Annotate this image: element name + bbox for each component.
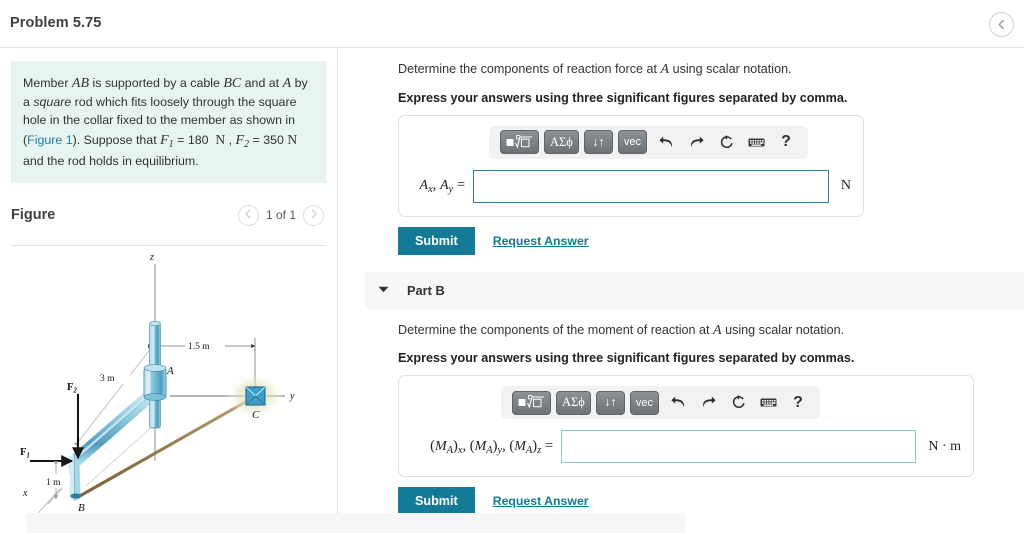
part-b-answer-box: ΑΣϕ ↓↑ vec ? (MA)x, (MA)y, (MA)z = N · m (398, 375, 974, 478)
force-label-f1: F1 (20, 447, 30, 460)
left-panel: Member AB is supported by a cable BC and… (0, 48, 338, 533)
chevron-right-icon (310, 209, 318, 221)
axis-label-x: x (22, 488, 28, 499)
part-a-instruction: Express your answers using three signifi… (398, 90, 848, 105)
part-a-request-answer-link[interactable]: Request Answer (493, 234, 589, 248)
part-b-instruction: Express your answers using three signifi… (398, 351, 855, 366)
caret-down-icon[interactable] (378, 285, 389, 296)
greek-symbols-button[interactable]: ΑΣϕ (556, 390, 591, 415)
point-label-b: B (78, 502, 85, 514)
undo-icon[interactable] (655, 131, 677, 153)
vector-button[interactable]: vec (629, 390, 660, 415)
arrows-button[interactable]: ↓↑ (583, 130, 613, 155)
help-icon[interactable]: ? (775, 131, 797, 153)
figure-prev-button[interactable] (237, 204, 259, 226)
figure-1-link[interactable]: Figure 1 (27, 133, 72, 147)
part-a-units: N (840, 178, 851, 194)
reset-icon[interactable] (715, 131, 737, 153)
arrows-button[interactable]: ↓↑ (595, 390, 625, 415)
keyboard-icon[interactable] (745, 131, 767, 153)
template-math-button[interactable] (500, 130, 539, 155)
part-b-math-toolbar: ΑΣϕ ↓↑ vec ? (501, 386, 821, 420)
part-b-units: N · m (928, 438, 961, 454)
template-math-button[interactable] (512, 390, 551, 415)
part-b-question-var: A (713, 322, 722, 338)
dimension-label-3m: 3 m (100, 374, 115, 384)
figure-next-button[interactable] (303, 204, 324, 226)
part-b-question: Determine the components of the moment o… (398, 321, 1024, 341)
figure-nav: 1 of 1 (237, 204, 324, 226)
problem-statement-box: Member AB is supported by a cable BC and… (11, 61, 326, 183)
next-part-header-strip[interactable] (26, 513, 685, 533)
greek-symbols-button[interactable]: ΑΣϕ (544, 130, 579, 155)
chevron-left-icon (244, 209, 252, 221)
dimension-label-1-5m: 1.5 m (188, 342, 210, 352)
point-label-a: A (166, 365, 174, 377)
figure-title: Figure (11, 206, 56, 223)
part-a-answer-label: Ax, Ay = (419, 177, 465, 196)
f1-value: 180 (187, 133, 209, 148)
member-leg (68, 454, 81, 501)
part-b-answer-input[interactable] (561, 430, 917, 464)
top-header-bar: Problem 5.75 (0, 0, 1024, 48)
part-a-answer-input[interactable] (473, 169, 829, 203)
redo-icon[interactable] (685, 131, 707, 153)
part-b-question-post: using scalar notation. (721, 322, 845, 337)
chevron-left-icon (997, 19, 1006, 30)
f2-value: 350 (263, 133, 284, 148)
part-a-actions: Submit Request Answer (398, 226, 1024, 255)
part-b-question-pre: Determine the components of the moment o… (398, 322, 714, 337)
part-a-question-post: using scalar notation. (669, 62, 792, 76)
help-icon[interactable]: ? (787, 392, 809, 414)
page-title: Problem 5.75 (10, 15, 102, 31)
dimension-label-1m: 1 m (46, 478, 61, 488)
part-a-question: Determine the components of reaction for… (398, 60, 1024, 80)
problem-statement-text: Member AB is supported by a cable BC and… (23, 76, 308, 168)
point-label-c: C (252, 409, 260, 421)
part-a-math-toolbar: ΑΣϕ ↓↑ vec ? (489, 125, 809, 159)
part-b-submit-button[interactable]: Submit (398, 487, 475, 516)
part-a-submit-button[interactable]: Submit (398, 226, 475, 255)
part-a-answer-box: ΑΣϕ ↓↑ vec ? Ax, Ay = N (398, 114, 864, 217)
vector-button[interactable]: vec (617, 130, 648, 155)
axis-label-z: z (149, 252, 154, 263)
force-label-f2: F2 (67, 382, 77, 395)
right-panel: Determine the components of reaction for… (339, 48, 1024, 533)
figure-image: z y x 1.5 m 3 m A C F2 F1 1 m B (0, 246, 337, 525)
part-a-question-var: A (660, 62, 670, 77)
part-b-actions: Submit Request Answer (398, 487, 1024, 516)
axis-label-y: y (289, 391, 295, 402)
keyboard-icon[interactable] (757, 392, 779, 414)
part-b-answer-label: (MA)x, (MA)y, (MA)z = (430, 437, 553, 456)
redo-icon[interactable] (697, 392, 719, 414)
reset-icon[interactable] (727, 392, 749, 414)
statics-diagram-svg: z y x 1.5 m 3 m A C F2 F1 1 m B (20, 252, 295, 525)
undo-icon[interactable] (667, 392, 689, 414)
back-button[interactable] (989, 12, 1014, 37)
part-b-label: Part B (407, 282, 445, 298)
part-b-answer-row: (MA)x, (MA)y, (MA)z = N · m (411, 430, 961, 464)
part-a-answer-row: Ax, Ay = N (411, 169, 851, 203)
problem-page: Problem 5.75 Member AB is supported by a… (0, 0, 1024, 533)
figure-counter: 1 of 1 (265, 208, 296, 223)
part-b-request-answer-link[interactable]: Request Answer (493, 494, 589, 508)
part-b-header[interactable]: Part B (365, 271, 1024, 309)
figure-header: Figure 1 of 1 (11, 204, 326, 239)
part-a-question-pre: Determine the components of reaction for… (398, 62, 661, 76)
